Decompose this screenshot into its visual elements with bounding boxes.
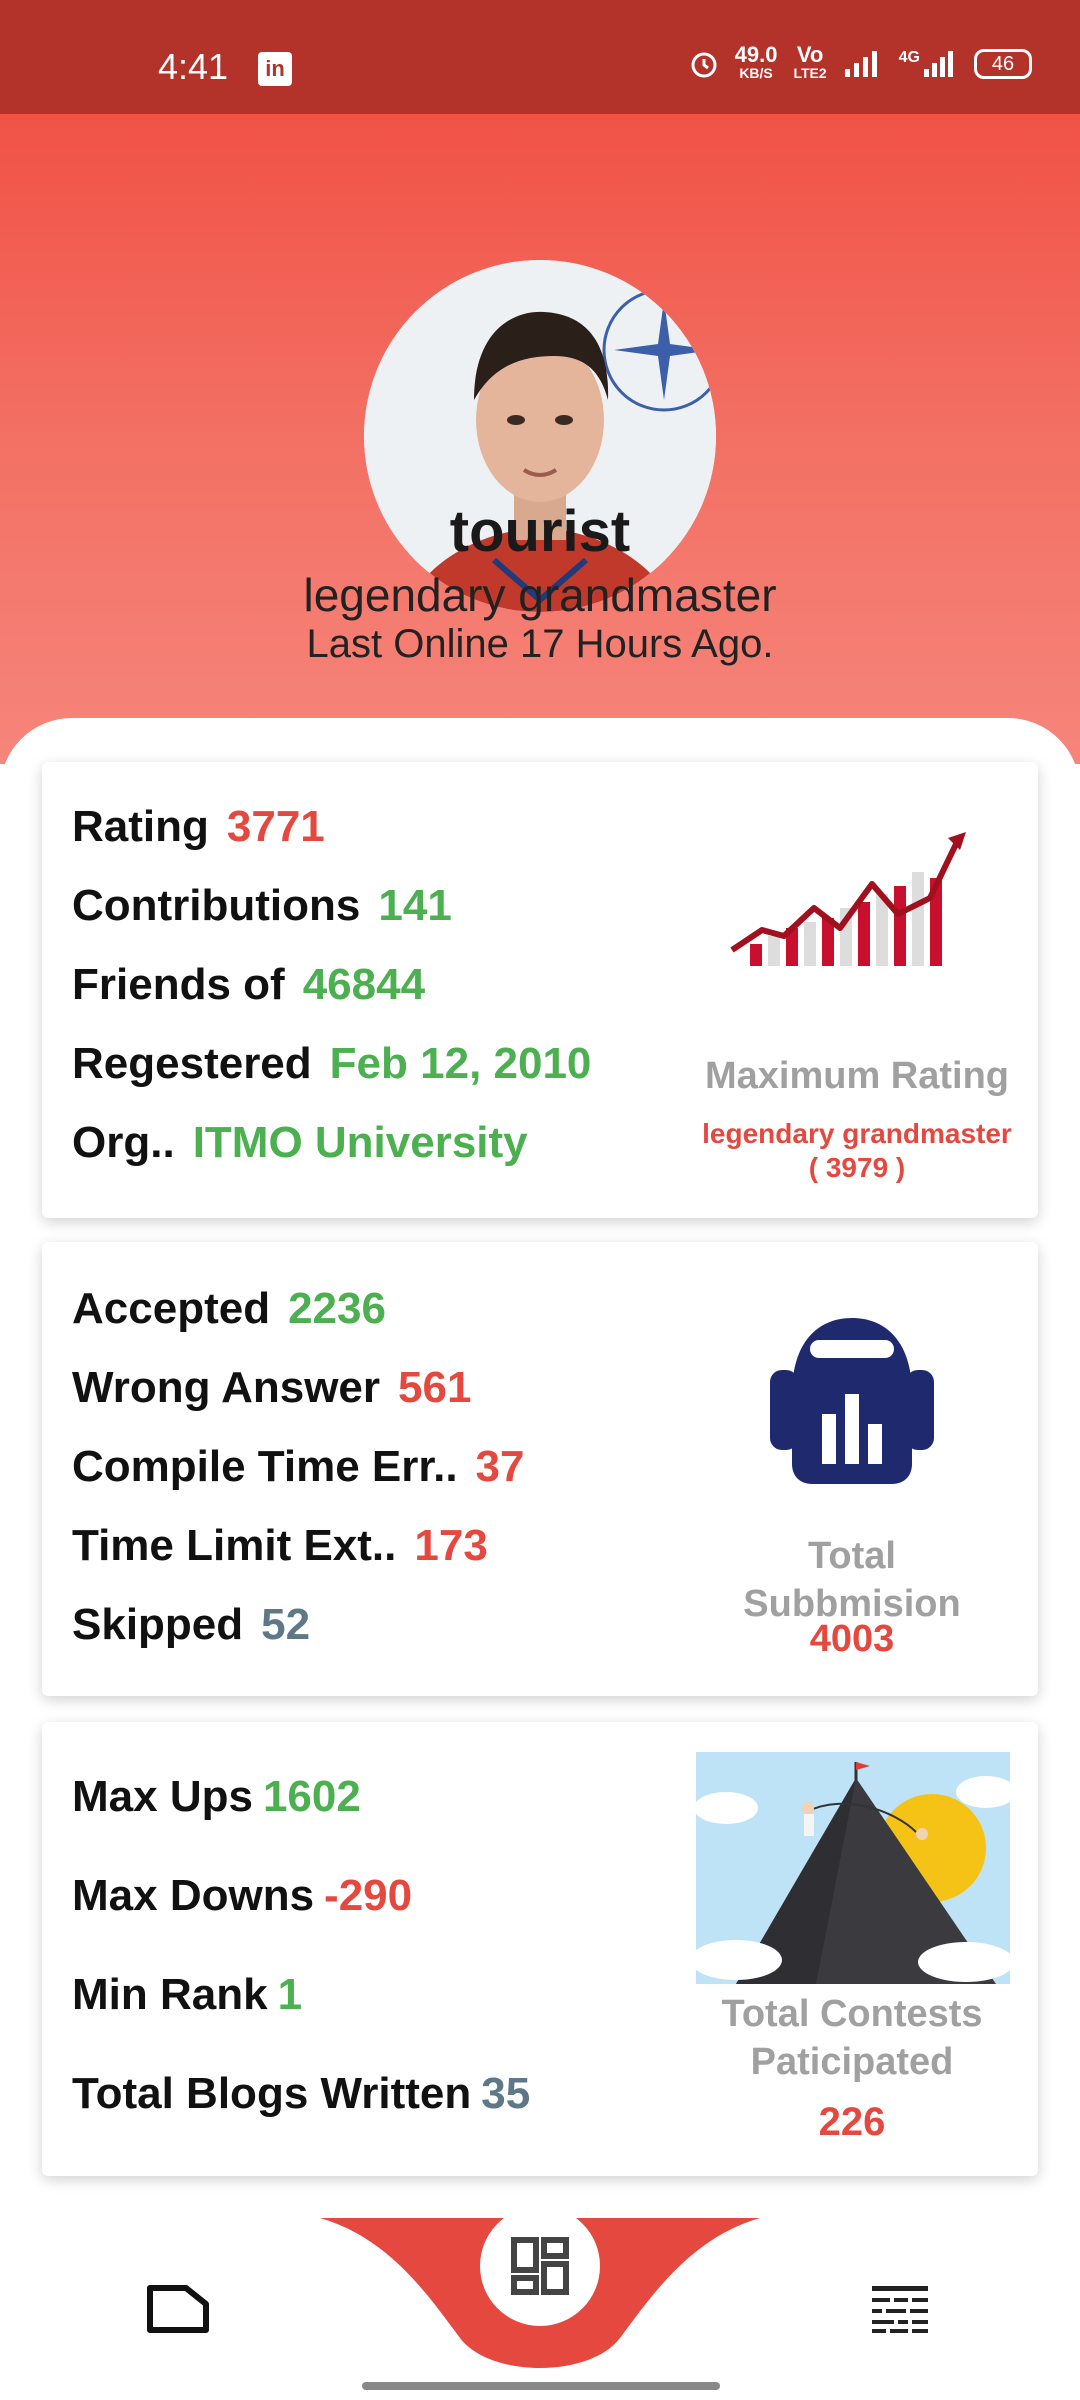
accepted-label: Accepted — [72, 1284, 271, 1333]
registered-value: Feb 12, 2010 — [329, 1039, 592, 1088]
compile-error-value: 37 — [475, 1442, 525, 1491]
registered-label: Regestered — [72, 1039, 312, 1088]
max-rating-title: Maximum Rating — [704, 1055, 1010, 1097]
status-time: 4:41 — [158, 46, 229, 87]
signal-icon — [844, 51, 877, 77]
battery-icon: 46 — [974, 49, 1032, 79]
contests-title-1: Total Contests — [721, 1993, 983, 2035]
skipped-label: Skipped — [72, 1600, 244, 1649]
nav-center-button[interactable] — [480, 2206, 600, 2326]
org-label: Org.. — [72, 1118, 175, 1167]
max-ups-value: 1602 — [262, 1772, 361, 1821]
rank-title: legendary grandmaster — [303, 569, 777, 621]
wrong-answer-value: 561 — [398, 1363, 472, 1412]
volte-icon: Vo LTE2 — [793, 42, 827, 82]
time-limit-value: 173 — [414, 1521, 488, 1570]
contests-card: Max Ups 1602 Max Downs -290 Min Rank 1 Tota… — [42, 1722, 1038, 2176]
alarm-icon — [691, 52, 717, 78]
net-speed: 49.0 KB/S — [734, 42, 778, 82]
total-submission-title-1: Total — [808, 1535, 896, 1577]
accepted-row: Accepted 2236 — [72, 1284, 386, 1334]
registered-row: Regestered Feb 12, 2010 — [72, 1039, 591, 1089]
last-online: Last Online 17 Hours Ago. — [306, 622, 774, 666]
username: tourist — [449, 499, 631, 564]
signal-4g-icon: 4G — [899, 49, 958, 79]
total-submission-value: 4003 — [809, 1618, 895, 1660]
profile-info-card: Rating 3771 Contributions 141 Friends of 46… — [42, 762, 1038, 1218]
blogs-row: Total Blogs Written 35 — [72, 2069, 530, 2119]
friends-value: 46844 — [302, 960, 426, 1009]
max-downs-value: -290 — [324, 1871, 413, 1920]
time-limit-label: Time Limit Ext.. — [72, 1521, 397, 1570]
contests-title-2: Paticipated — [750, 2041, 954, 2083]
org-row: Org.. ITMO University — [72, 1118, 528, 1168]
rating-row: Rating 3771 — [72, 802, 325, 852]
friends-row: Friends of 46844 — [72, 960, 425, 1010]
blogs-label: Total Blogs Written — [72, 2069, 472, 2118]
org-value: ITMO University — [192, 1118, 528, 1167]
dashboard-icon — [511, 2237, 569, 2295]
time-limit-row: Time Limit Ext.. 173 — [72, 1521, 488, 1571]
max-downs-row: Max Downs -290 — [72, 1871, 412, 1921]
min-rank-label: Min Rank — [72, 1970, 268, 2019]
status-icons: 49.0 KB/S Vo LTE2 4G 46 — [689, 42, 1032, 82]
blogs-value: 35 — [481, 2069, 531, 2118]
max-rating-value: ( 3979 ) — [808, 1152, 906, 1183]
contests-value: 226 — [818, 2100, 886, 2144]
wrong-answer-row: Wrong Answer 561 — [72, 1363, 471, 1413]
rating-label: Rating — [72, 802, 209, 851]
friends-label: Friends of — [72, 960, 285, 1009]
max-ups-label: Max Ups — [72, 1772, 253, 1821]
rating-value: 3771 — [226, 802, 325, 851]
profile-header: tourist legendary grandmaster Last Onlin… — [0, 114, 1080, 764]
mountain-climb-illustration — [696, 1752, 1010, 1984]
rating-growth-icon — [730, 832, 966, 966]
home-indicator[interactable] — [362, 2382, 720, 2390]
status-bar: 4:41 in 49.0 KB/S Vo LTE2 4G 46 — [0, 0, 1080, 114]
wrong-answer-label: Wrong Answer — [72, 1363, 381, 1412]
contributions-row: Contributions 141 — [72, 881, 452, 931]
bottom-navigation — [0, 2206, 1080, 2400]
max-ups-row: Max Ups 1602 — [72, 1772, 361, 1822]
folder-icon[interactable] — [146, 2282, 210, 2336]
list-icon[interactable] — [870, 2284, 930, 2334]
submissions-card: Accepted 2236 Wrong Answer 561 Compile Tim… — [42, 1242, 1038, 1696]
contributions-label: Contributions — [72, 881, 361, 930]
compile-error-row: Compile Time Err.. 37 — [72, 1442, 525, 1492]
submission-stats-icon — [770, 1318, 934, 1484]
contributions-value: 141 — [378, 881, 452, 930]
linkedin-notification-icon: in — [258, 52, 292, 86]
skipped-row: Skipped 52 — [72, 1600, 310, 1650]
max-downs-label: Max Downs — [72, 1871, 315, 1920]
max-rating-rank: legendary grandmaster — [702, 1118, 1012, 1149]
compile-error-label: Compile Time Err.. — [72, 1442, 458, 1491]
skipped-value: 52 — [261, 1600, 311, 1649]
accepted-value: 2236 — [288, 1284, 386, 1333]
min-rank-row: Min Rank 1 — [72, 1970, 302, 2020]
min-rank-value: 1 — [277, 1970, 303, 2019]
